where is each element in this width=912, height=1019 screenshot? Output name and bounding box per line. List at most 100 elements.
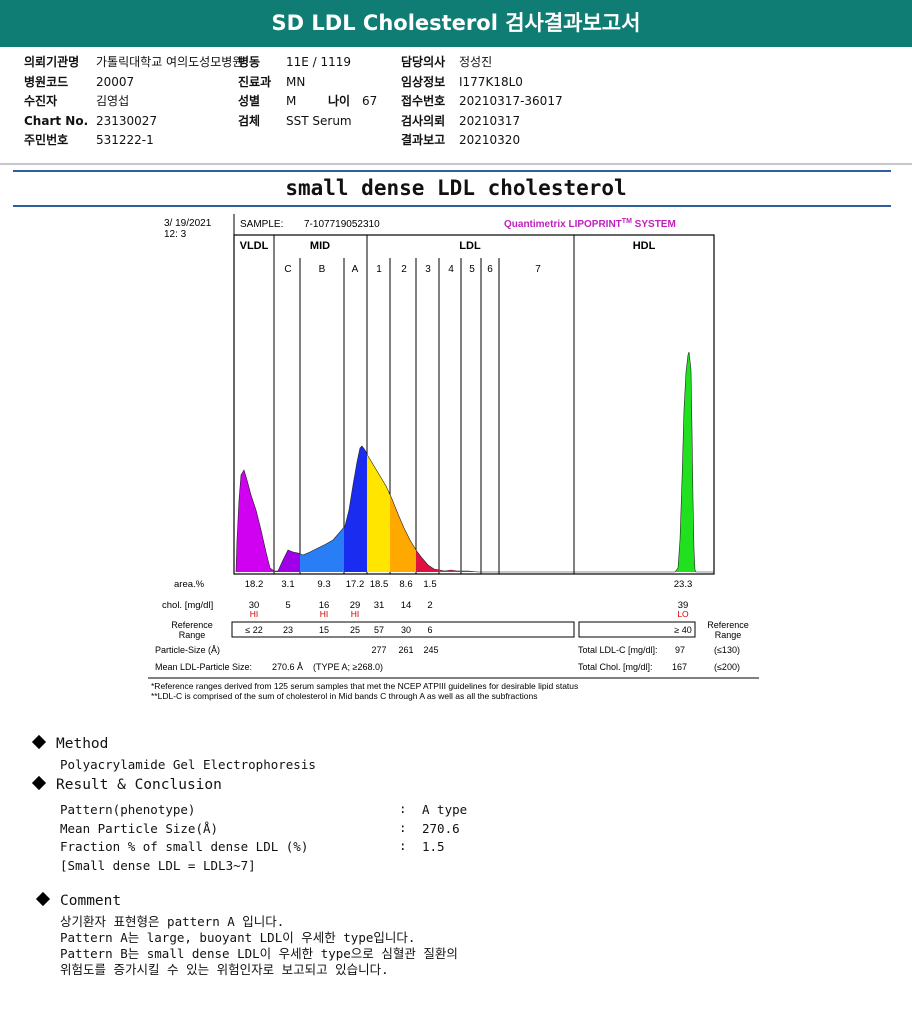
comment-line: 위험도를 증가시킬 수 있는 위험인자로 보고되고 있습니다. xyxy=(60,962,389,977)
mean-size-value: 270.6 Å xyxy=(272,662,303,672)
info-value: 20210317-36017 xyxy=(459,94,563,108)
total-chol-value: 167 xyxy=(672,662,687,672)
result-heading: Result & Conclusion xyxy=(31,775,222,793)
band-label-6: 6 xyxy=(487,264,493,275)
info-value: MN xyxy=(286,74,306,89)
band-label-a: A xyxy=(352,264,359,275)
ref-range-value: 6 xyxy=(427,625,432,635)
diamond-bullet-icon xyxy=(31,775,47,791)
chol-value: 2 xyxy=(427,600,432,611)
chol-value: 14 xyxy=(401,600,412,611)
band-label-7: 7 xyxy=(535,264,541,275)
total-ldl-label: Total LDL-C [mg/dl]: xyxy=(578,645,658,655)
info-value: 20210317 xyxy=(459,113,521,128)
info-label: 담당의사 xyxy=(401,55,446,69)
total-chol-ref: (≤200) xyxy=(714,662,740,672)
ref-range-value: ≥ 40 xyxy=(674,625,691,635)
info-value: SST Serum xyxy=(286,113,352,128)
info-label: 결과보고 xyxy=(401,133,446,147)
chart-date: 3/ 19/2021 xyxy=(164,218,212,229)
flag-value: HI xyxy=(320,609,329,619)
sample-id: 7-107719052310 xyxy=(304,219,380,230)
info-value: 김영섭 xyxy=(96,94,130,108)
result-sep-3: : xyxy=(399,838,407,853)
title-rule-bottom xyxy=(13,205,891,207)
ref-range-value: 23 xyxy=(283,625,293,635)
chart-background xyxy=(148,210,759,736)
result-label-2: Mean Particle Size(Å) xyxy=(60,821,219,836)
method-heading: Method xyxy=(31,734,109,752)
ref-range-value: 30 xyxy=(401,625,411,635)
flag-value: HI xyxy=(250,609,259,619)
info-column-2: 병동 11E / 1119 진료과 MN 성별 M 나이 67 검체 SST Serum xyxy=(238,53,377,131)
band-label-b: B xyxy=(319,264,326,275)
info-value: I177K18L0 xyxy=(459,74,523,89)
info-label: 병동 xyxy=(238,55,261,69)
total-chol-label: Total Chol. [mg/dl]: xyxy=(578,662,653,672)
info-label: 진료과 xyxy=(238,74,272,89)
ref-range-value: 57 xyxy=(374,625,384,635)
title-rule-top xyxy=(13,170,891,172)
result-note: [Small dense LDL = LDL3~7] xyxy=(60,858,256,873)
info-label: Chart No. xyxy=(24,113,89,128)
band-label-c: C xyxy=(284,264,291,275)
result-label-1: Pattern(phenotype) xyxy=(60,802,196,817)
result-value-2: 270.6 xyxy=(422,821,460,836)
band-label-4: 4 xyxy=(448,264,454,275)
info-label: 검체 xyxy=(238,113,261,128)
age-label: 나이 xyxy=(328,94,351,108)
group-label-hdl: HDL xyxy=(633,240,656,252)
result-value-1: A type xyxy=(422,802,468,817)
info-label: 검사의뢰 xyxy=(401,113,446,128)
ref-row-label-1: Reference xyxy=(171,620,213,630)
total-ldl-ref: (≤130) xyxy=(714,645,740,655)
ref-right-label-2: Range xyxy=(715,630,742,640)
method-title: Method xyxy=(56,736,109,752)
method-text: Polyacrylamide Gel Electrophoresis xyxy=(60,757,316,772)
total-ldl-value: 97 xyxy=(675,645,685,655)
band-label-2: 2 xyxy=(401,264,407,275)
result-sep-1: : xyxy=(399,801,407,816)
info-column-3: 담당의사 정성진 임상정보 I177K18L0 접수번호 20210317-36017… xyxy=(401,53,563,151)
area-row-label: area.% xyxy=(174,579,205,590)
area-value: 18.5 xyxy=(370,579,389,590)
flag-value: LO xyxy=(677,609,689,619)
footnote-2: **LDL-C is comprised of the sum of chole… xyxy=(151,691,537,701)
header-divider xyxy=(0,163,912,165)
result-title: Result & Conclusion xyxy=(56,777,222,793)
footnote-1: *Reference ranges derived from 125 serum… xyxy=(151,681,578,691)
info-value: 20007 xyxy=(96,74,135,89)
info-label: 의뢰기관명 xyxy=(24,55,80,69)
chol-row-label: chol. [mg/dl] xyxy=(162,600,213,611)
comment-title: Comment xyxy=(60,893,122,909)
age-value: 67 xyxy=(362,94,378,108)
info-label: 성별 xyxy=(238,94,261,108)
brand-label: Quantimetrix LIPOPRINTTM SYSTEM xyxy=(504,218,676,230)
info-value: M xyxy=(286,94,297,108)
area-value: 23.3 xyxy=(674,579,693,590)
info-value: 11E / 1119 xyxy=(286,55,352,69)
particle-size-2: 261 xyxy=(398,645,413,655)
diamond-bullet-icon xyxy=(35,891,51,907)
chol-value: 5 xyxy=(285,600,290,611)
diamond-bullet-icon xyxy=(31,734,47,750)
info-label: 접수번호 xyxy=(401,94,446,108)
band-label-1: 1 xyxy=(376,264,382,275)
ref-range-value: 15 xyxy=(319,625,329,635)
info-value: 20210320 xyxy=(459,133,521,147)
band-label-5: 5 xyxy=(469,264,475,275)
info-value: 정성진 xyxy=(459,55,493,69)
group-label-mid: MID xyxy=(310,240,330,252)
group-label-vldl: VLDL xyxy=(240,240,269,252)
info-column-1: 의뢰기관명 가톨릭대학교 여의도성모병원 병원코드 20007 수진자 김영섭 Cha… xyxy=(24,53,243,151)
info-value: 531222-1 xyxy=(96,133,154,147)
lipoprint-chart: 3/ 19/2021 12: 3 SAMPLE: 7-107719052310 … xyxy=(148,210,759,736)
particle-size-label: Particle-Size (Å) xyxy=(155,645,220,655)
area-value: 9.3 xyxy=(317,579,330,590)
result-value-3: 1.5 xyxy=(422,839,445,854)
ref-right-label-1: Reference xyxy=(707,620,749,630)
area-value: 17.2 xyxy=(346,579,365,590)
info-label: 병원코드 xyxy=(24,74,69,89)
info-value: 23130027 xyxy=(96,113,158,128)
area-value: 3.1 xyxy=(281,579,294,590)
